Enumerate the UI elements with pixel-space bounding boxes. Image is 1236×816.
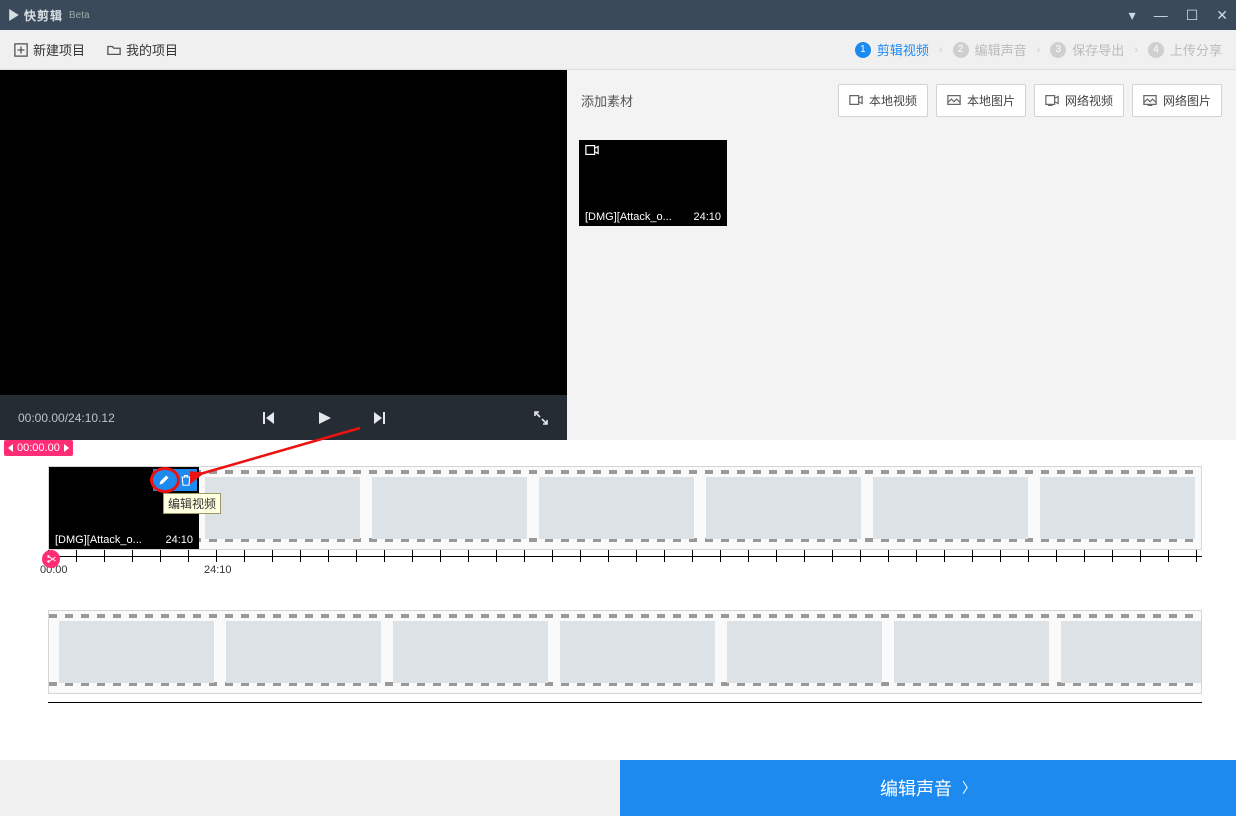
empty-slot[interactable]: [226, 621, 381, 683]
next-step-button[interactable]: 编辑声音 〉: [620, 760, 1236, 816]
material-panel: 添加素材 本地视频 本地图片 网络视频 网络图片: [567, 70, 1236, 440]
dropdown-icon[interactable]: ▾: [1129, 8, 1136, 22]
play-icon: [8, 9, 20, 21]
menu-bar: 新建项目 我的项目 1剪辑视频 › 2编辑声音 › 3保存导出 › 4上传分享: [0, 30, 1236, 70]
app-logo: 快剪辑 Beta: [8, 7, 90, 24]
app-name: 快剪辑: [24, 7, 63, 24]
camera-icon: [585, 144, 599, 159]
chevron-right-icon: 〉: [962, 778, 976, 798]
video-icon: [849, 94, 863, 106]
empty-slot[interactable]: [727, 621, 882, 683]
beta-badge: Beta: [69, 10, 90, 21]
chevron-right-icon: ›: [1134, 44, 1138, 56]
network-video-button[interactable]: 网络视频: [1034, 84, 1124, 117]
prev-button[interactable]: [260, 410, 276, 426]
trash-icon: [180, 474, 192, 486]
empty-slot[interactable]: [873, 477, 1028, 539]
network-image-button[interactable]: 网络图片: [1132, 84, 1222, 117]
step-3[interactable]: 3保存导出: [1050, 40, 1124, 59]
empty-slot[interactable]: [706, 477, 861, 539]
image-icon: [947, 94, 961, 106]
edit-tooltip: 编辑视频: [163, 493, 221, 514]
empty-slot[interactable]: [1040, 477, 1195, 539]
empty-slot[interactable]: [894, 621, 1049, 683]
fullscreen-button[interactable]: [533, 410, 549, 426]
clip-name: [DMG][Attack_o...: [585, 211, 672, 223]
clip-duration: 24:10: [693, 211, 721, 223]
step-2[interactable]: 2编辑声音: [953, 40, 1027, 59]
playhead-tag[interactable]: 00:00.00: [4, 440, 73, 456]
material-body: [DMG][Attack_o... 24:10: [567, 130, 1236, 440]
empty-slot[interactable]: [372, 477, 527, 539]
folder-icon: [107, 43, 121, 57]
step-1[interactable]: 1剪辑视频: [855, 40, 929, 59]
preview-canvas[interactable]: [0, 70, 567, 395]
empty-slot[interactable]: [393, 621, 548, 683]
ruler-line: [48, 702, 1202, 703]
pencil-icon: [158, 474, 170, 486]
minimize-button[interactable]: ―: [1154, 8, 1168, 22]
local-image-button[interactable]: 本地图片: [936, 84, 1026, 117]
bottom-bar: 编辑声音 〉: [0, 760, 1236, 816]
step-4[interactable]: 4上传分享: [1148, 40, 1222, 59]
time-ruler[interactable]: 00:00 24:10: [34, 550, 1202, 590]
empty-slot[interactable]: [1061, 621, 1202, 683]
my-projects-label: 我的项目: [126, 40, 178, 59]
window-controls: ▾ ― ☐ ✕: [1129, 8, 1228, 22]
step-nav: 1剪辑视频 › 2编辑声音 › 3保存导出 › 4上传分享: [855, 40, 1222, 59]
local-video-button[interactable]: 本地视频: [838, 84, 928, 117]
main-area: 00:00.00/24:10.12 添加素材 本地视频 本地图片: [0, 70, 1236, 440]
my-projects-button[interactable]: 我的项目: [107, 40, 178, 59]
preview-panel: 00:00.00/24:10.12: [0, 70, 567, 440]
empty-slot[interactable]: [205, 477, 360, 539]
cut-handle[interactable]: [42, 550, 60, 568]
secondary-track[interactable]: [48, 610, 1202, 694]
material-title: 添加素材: [581, 91, 633, 110]
bottom-spacer: [0, 760, 620, 816]
scissors-icon: [46, 554, 56, 564]
edit-clip-button[interactable]: [153, 469, 175, 491]
clip-name: [DMG][Attack_o...: [55, 534, 142, 546]
play-button[interactable]: [316, 410, 332, 426]
chevron-right-icon: ›: [939, 44, 943, 56]
chevron-right-icon: ›: [1037, 44, 1041, 56]
preview-time: 00:00.00/24:10.12: [18, 411, 115, 425]
timeline-clip[interactable]: 编辑视频 [DMG][Attack_o... 24:10: [49, 467, 199, 549]
net-video-icon: [1045, 94, 1059, 106]
material-clip[interactable]: [DMG][Attack_o... 24:10: [579, 140, 727, 226]
ruler-label-end: 24:10: [204, 564, 232, 576]
plus-box-icon: [14, 43, 28, 57]
timeline-area: 00:00.00 编辑视频 [DMG][Attack_o... 24:10: [0, 440, 1236, 703]
next-button[interactable]: [372, 410, 388, 426]
net-image-icon: [1143, 94, 1157, 106]
empty-slot[interactable]: [560, 621, 715, 683]
new-project-label: 新建项目: [33, 40, 85, 59]
maximize-button[interactable]: ☐: [1186, 8, 1199, 22]
new-project-button[interactable]: 新建项目: [14, 40, 85, 59]
video-track[interactable]: 编辑视频 [DMG][Attack_o... 24:10: [48, 466, 1202, 550]
close-button[interactable]: ✕: [1216, 8, 1228, 22]
empty-slot[interactable]: [59, 621, 214, 683]
clip-duration: 24:10: [165, 534, 193, 546]
title-bar: 快剪辑 Beta ▾ ― ☐ ✕: [0, 0, 1236, 30]
delete-clip-button[interactable]: [175, 469, 197, 491]
material-header: 添加素材 本地视频 本地图片 网络视频 网络图片: [567, 70, 1236, 130]
empty-slot[interactable]: [539, 477, 694, 539]
preview-controls: 00:00.00/24:10.12: [0, 395, 567, 440]
